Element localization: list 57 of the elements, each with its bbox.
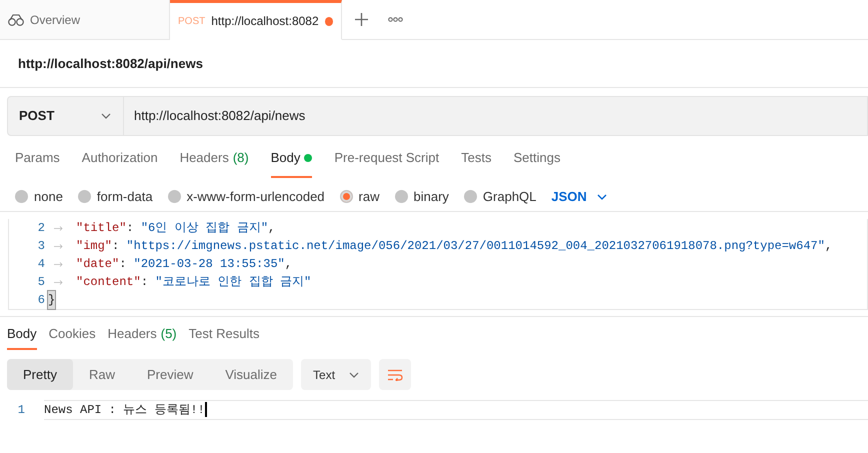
binoculars-icon	[8, 14, 24, 26]
response-tab[interactable]: Cookies	[48, 320, 96, 350]
request-option-tab[interactable]: Settings	[513, 140, 560, 178]
tab-label: Headers	[180, 149, 229, 168]
response-tab[interactable]: Test Results	[188, 320, 260, 350]
line-number: 4	[36, 256, 45, 273]
view-mode-button[interactable]: Pretty	[7, 359, 73, 390]
tab-title: http://localhost:8082	[211, 13, 319, 30]
request-option-tab[interactable]: Pre-request Script	[334, 140, 440, 178]
more-icon[interactable]	[388, 17, 402, 22]
body-type-radio[interactable]: x-www-form-urlencoded	[168, 186, 325, 206]
body-type-radio[interactable]: binary	[394, 186, 449, 206]
response-tab[interactable]: Headers (5)	[108, 320, 177, 350]
line-number: 5	[36, 274, 45, 291]
request-option-tab[interactable]: Params	[15, 140, 60, 178]
request-option-tab[interactable]: Authorization	[82, 140, 158, 178]
tab-marker-icon	[54, 262, 62, 266]
wrap-lines-button[interactable]	[379, 359, 412, 390]
chevron-down-icon	[349, 372, 360, 378]
body-type-radio[interactable]: none	[15, 186, 63, 206]
code-line: "date": "2021-03-28 13:55:35",	[75, 256, 292, 273]
method-label: POST	[178, 14, 206, 28]
format-dropdown[interactable]: JSON	[551, 186, 607, 206]
request-title: http://localhost:8082/api/news	[18, 54, 203, 73]
view-mode-button[interactable]: Visualize	[209, 359, 294, 390]
code-editor[interactable]: 2 "title": "6인 이상 집합 금지", 3 "img": "https://imgnews.pstatic.net/image/056/2021/03/27/0011014592_004_20210327061918078.png?type=w647", 4 "date": "2021-03-28 13:55:35", 5 "content": "코로나로 인한 집합 금지" 6 }	[8, 219, 868, 310]
body-type-radio[interactable]: form-data	[78, 186, 153, 206]
code-line: "img": "https://imgnews.pstatic.net/image/056/2021/03/27/0011014592_004_20210327061918078.png?type=w647",	[75, 238, 832, 255]
request-option-tab[interactable]: Body	[270, 140, 312, 178]
view-mode-button[interactable]: Raw	[72, 359, 131, 390]
text-cursor	[204, 402, 207, 417]
line-number: 2	[36, 220, 45, 237]
response-format-dropdown[interactable]: Text	[301, 359, 372, 390]
request-option-tab[interactable]: Headers (8)	[180, 140, 249, 178]
response-text: News API : 뉴스 등록됨!!	[44, 402, 205, 418]
line-number: 6	[36, 292, 45, 309]
code-line: "content": "코로나로 인한 집합 금지"	[75, 274, 312, 291]
tab-marker-icon	[54, 226, 62, 230]
body-type-radio[interactable]: GraphQL	[464, 186, 536, 206]
code-line: "title": "6인 이상 집합 금지",	[75, 220, 276, 237]
response-tab[interactable]: Body	[7, 320, 37, 350]
tab-marker-icon	[54, 244, 62, 248]
view-mode-button[interactable]: Preview	[130, 359, 210, 390]
tab-label: Headers	[108, 325, 157, 344]
tab-title: Overview	[30, 12, 80, 28]
request-option-tab[interactable]: Tests	[461, 140, 492, 178]
count-label: (5)	[160, 325, 177, 344]
count-label: (8)	[232, 149, 249, 168]
wrap-lines-icon	[387, 368, 404, 380]
body-type-radio[interactable]: raw	[340, 186, 380, 206]
request-tab[interactable]: Overview	[0, 0, 170, 39]
chevron-down-icon	[596, 194, 607, 200]
request-tab[interactable]: POST http://localhost:8082	[170, 0, 342, 40]
tab-marker-icon	[54, 280, 62, 284]
plus-icon[interactable]	[355, 13, 368, 26]
line-number: 1	[16, 402, 26, 418]
line-number: 3	[36, 238, 45, 255]
